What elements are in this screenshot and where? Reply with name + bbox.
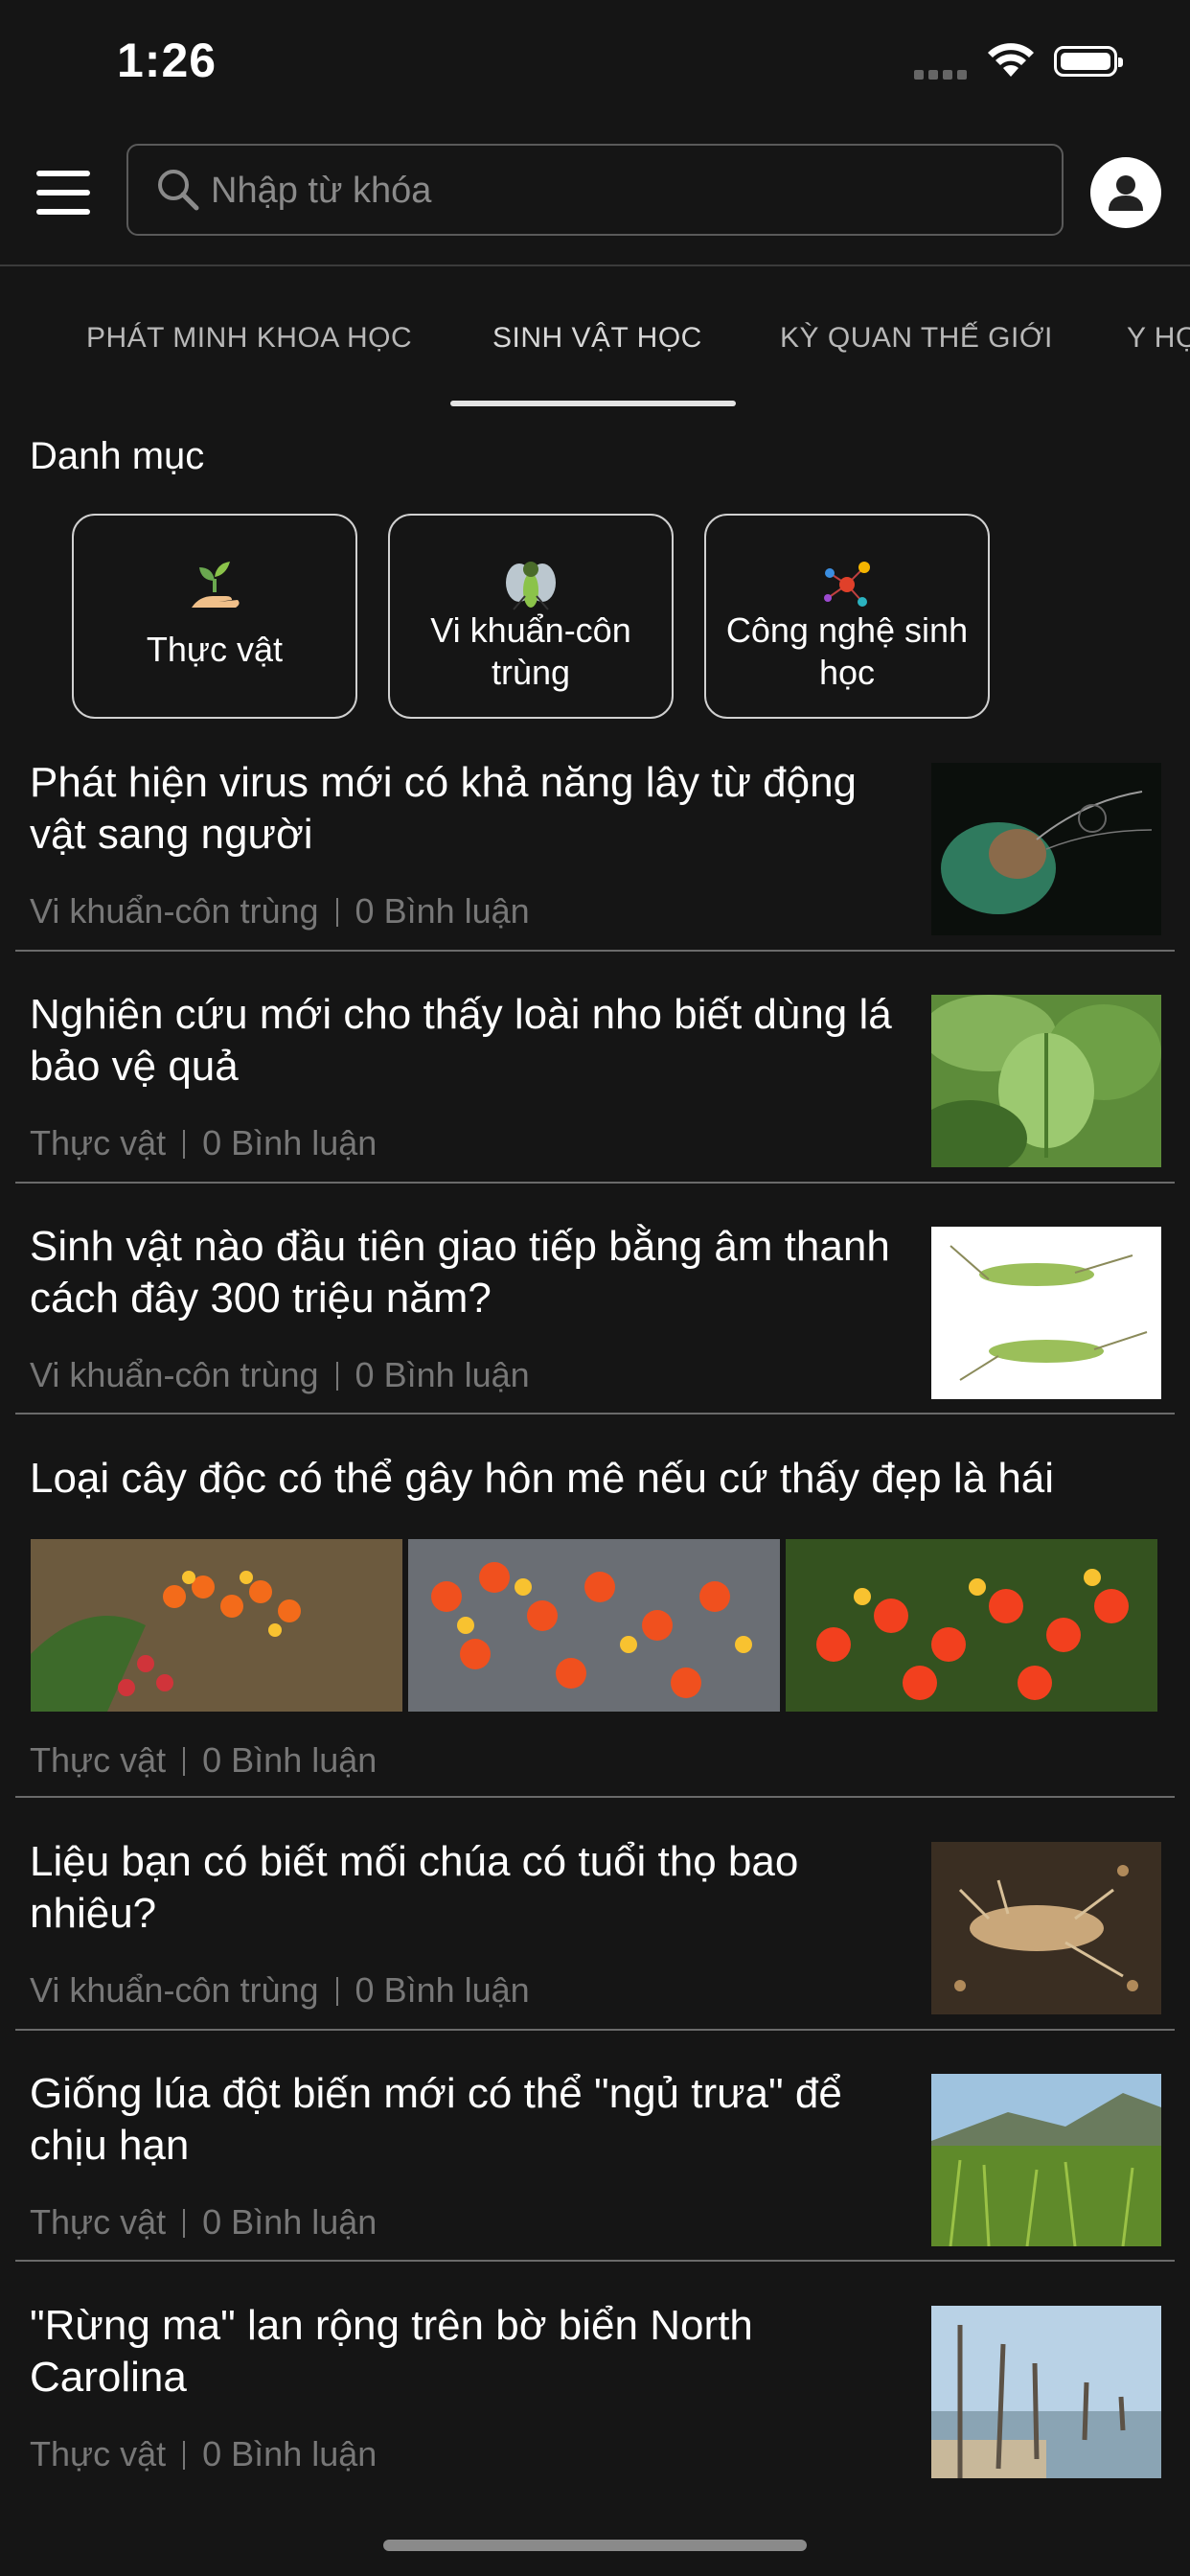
article-meta: Thực vật 0 Bình luận (30, 2434, 377, 2474)
article-category: Thực vật (30, 1123, 167, 1162)
article-item[interactable]: Phát hiện virus mới có khả năng lây từ đ… (0, 757, 1190, 949)
article-divider (15, 1182, 1175, 1184)
status-time: 1:26 (117, 34, 217, 87)
user-avatar-icon[interactable] (1090, 157, 1161, 228)
article-thumbnail[interactable] (931, 763, 1161, 935)
article-title[interactable]: Sinh vật nào đầu tiên giao tiếp bằng âm … (30, 1221, 902, 1324)
category-thuc-vat-button[interactable]: Thực vật (72, 514, 357, 719)
article-comments: 0 Bình luận (202, 1740, 378, 1780)
article-comments: 0 Bình luận (202, 2202, 378, 2242)
article-meta: Thực vật 0 Bình luận (30, 1740, 377, 1781)
category-tabs: I PHÁT MINH KHOA HỌC SINH VẬT HỌC KỲ QUA… (0, 266, 1190, 408)
article-item[interactable]: Liệu bạn có biết mối chúa có tuổi thọ ba… (0, 1836, 1190, 2028)
hamburger-menu-icon[interactable] (36, 171, 90, 215)
article-category: Vi khuẩn-côn trùng (30, 891, 319, 931)
sprout-icon (74, 554, 355, 615)
article-title[interactable]: "Rừng ma" lan rộng trên bờ biển North Ca… (30, 2300, 902, 2404)
article-divider (15, 2029, 1175, 2031)
home-indicator (383, 2540, 807, 2551)
article-thumbnail[interactable] (931, 995, 1161, 1167)
fly-icon (390, 554, 672, 615)
category-label: Vi khuẩn-côn trùng (430, 610, 631, 692)
categories-heading: Danh mục (30, 435, 205, 477)
article-title[interactable]: Loại cây độc có thể gây hôn mê nếu cứ th… (30, 1453, 1179, 1505)
article-title[interactable]: Nghiên cứu mới cho thấy loài nho biết dù… (30, 989, 902, 1092)
status-bar: 1:26 (0, 0, 1190, 134)
tab-phat-minh-khoa-hoc[interactable]: PHÁT MINH KHOA HỌC (86, 322, 412, 355)
category-label: Công nghệ sinh học (725, 610, 969, 692)
article-gallery-image[interactable] (786, 1539, 1157, 1712)
article-thumbnail[interactable] (931, 1842, 1161, 2014)
article-comments: 0 Bình luận (202, 1123, 378, 1162)
article-category: Vi khuẩn-côn trùng (30, 1355, 319, 1394)
article-category: Vi khuẩn-côn trùng (30, 1970, 319, 2010)
article-item[interactable]: Loại cây độc có thể gây hôn mê nếu cứ th… (0, 1453, 1190, 1798)
article-meta: Thực vật 0 Bình luận (30, 1123, 377, 1163)
article-gallery-image[interactable] (408, 1539, 780, 1712)
category-cong-nghe-sinh-hoc-button[interactable]: Công nghệ sinh học (704, 514, 990, 719)
category-label: Thực vật (146, 630, 284, 669)
molecule-icon (706, 554, 988, 615)
article-comments: 0 Bình luận (355, 891, 530, 931)
article-item[interactable]: "Rừng ma" lan rộng trên bờ biển North Ca… (0, 2300, 1190, 2492)
article-comments: 0 Bình luận (355, 1970, 530, 2010)
article-meta: Vi khuẩn-côn trùng 0 Bình luận (30, 891, 530, 932)
article-meta: Thực vật 0 Bình luận (30, 2202, 377, 2242)
article-category: Thực vật (30, 1740, 167, 1780)
article-item[interactable]: Nghiên cứu mới cho thấy loài nho biết dù… (0, 989, 1190, 1181)
search-icon (158, 170, 199, 211)
article-title[interactable]: Phát hiện virus mới có khả năng lây từ đ… (30, 757, 902, 861)
article-divider (15, 1796, 1175, 1798)
article-title[interactable]: Giống lúa đột biến mới có thể "ngủ trưa"… (30, 2068, 930, 2172)
wifi-icon (988, 43, 1034, 77)
app-header (0, 134, 1190, 266)
article-thumbnail[interactable] (931, 1227, 1161, 1399)
tab-partial-previous[interactable]: I (0, 322, 3, 355)
active-tab-indicator (450, 401, 736, 406)
article-divider (15, 1413, 1175, 1414)
tab-ky-quan-the-gioi[interactable]: KỲ QUAN THẾ GIỚI (780, 322, 1053, 355)
search-input[interactable] (209, 146, 1037, 236)
article-title[interactable]: Liệu bạn có biết mối chúa có tuổi thọ ba… (30, 1836, 902, 1940)
tab-sinh-vat-hoc[interactable]: SINH VẬT HỌC (492, 322, 702, 355)
article-item[interactable]: Giống lúa đột biến mới có thể "ngủ trưa"… (0, 2068, 1190, 2260)
tab-y-hoc[interactable]: Y HỌ (1127, 322, 1190, 355)
article-meta: Vi khuẩn-côn trùng 0 Bình luận (30, 1355, 530, 1395)
article-category: Thực vật (30, 2434, 167, 2473)
article-category: Thực vật (30, 2202, 167, 2242)
article-item[interactable]: Sinh vật nào đầu tiên giao tiếp bằng âm … (0, 1221, 1190, 1413)
article-comments: 0 Bình luận (355, 1355, 530, 1394)
cellular-signal-icon (914, 67, 972, 84)
search-box[interactable] (126, 144, 1064, 236)
article-divider (15, 2260, 1175, 2262)
article-comments: 0 Bình luận (202, 2434, 378, 2473)
article-thumbnail[interactable] (931, 2074, 1161, 2246)
category-vi-khuan-con-trung-button[interactable]: Vi khuẩn-côn trùng (388, 514, 674, 719)
battery-icon (1054, 46, 1123, 77)
article-thumbnail[interactable] (931, 2306, 1161, 2478)
article-meta: Vi khuẩn-côn trùng 0 Bình luận (30, 1970, 530, 2011)
article-gallery-image[interactable] (31, 1539, 402, 1712)
article-divider (15, 950, 1175, 952)
